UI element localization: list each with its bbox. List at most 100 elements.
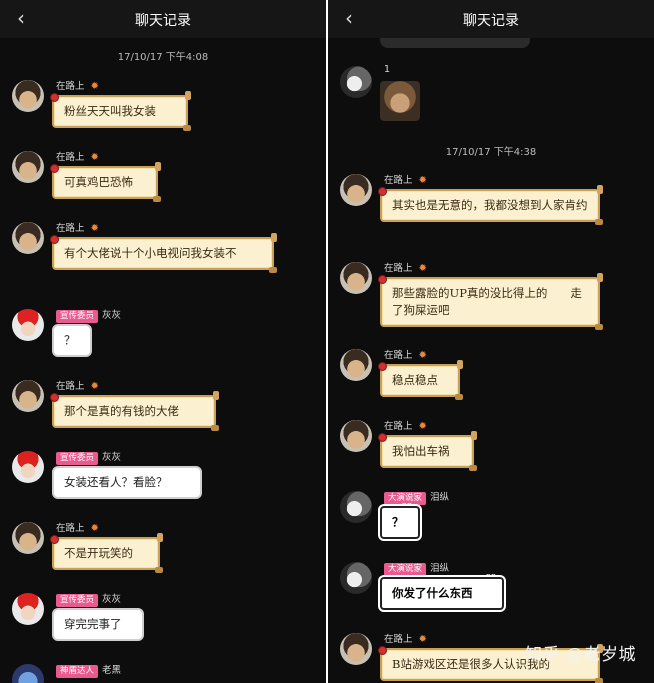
timestamp: 17/10/17 下午4:38 (445, 147, 537, 158)
avatar[interactable] (340, 491, 372, 523)
sender-name: 在路上 (56, 381, 85, 392)
right-chat-panel: ‹ 聊天记录 1 17/10/17 下午4:38 在路上 ✹ 其实也是无意的，我都… (328, 0, 654, 683)
message-text: 那个是真的有钱的大佬 (64, 404, 179, 418)
message-text: 有个大佬说十个小电视问我女装不 (64, 246, 237, 260)
title-badge: 宣传委员 (56, 594, 99, 607)
sender-line: 宣传委员 灰灰 (56, 449, 122, 465)
sun-icon: ✹ (90, 81, 99, 92)
timestamp: 17/10/17 下午4:08 (117, 52, 209, 63)
sender-name: 在路上 (56, 81, 85, 92)
message-text: 你发了什么东西 (392, 586, 473, 600)
sender-line: 大演说家 泪纵 (384, 560, 450, 576)
sun-icon: ✹ (90, 223, 99, 234)
avatar[interactable] (12, 151, 44, 183)
sender-line: 宣传委员 灰灰 (56, 307, 122, 323)
sender-line: 在路上 ✹ (384, 260, 427, 274)
avatar[interactable] (340, 262, 372, 294)
message-bubble[interactable]: 穿完完事了 (52, 608, 144, 641)
sender-name: 在路上 (384, 175, 413, 186)
sun-icon: ✹ (418, 175, 427, 186)
avatar[interactable] (12, 380, 44, 412)
sender-name: 在路上 (384, 263, 413, 274)
cat-ear-icon: ᵔᵔ (485, 571, 496, 584)
sender-line: 在路上 ✹ (384, 418, 427, 432)
message-bubble[interactable]: 稳点稳点 (378, 360, 463, 400)
message-bubble[interactable]: 可真鸡巴恐怖 (50, 162, 161, 202)
title-badge: 大演说家 (384, 563, 427, 576)
cat-ear-icon: ᵔᵔ (401, 500, 412, 513)
avatar[interactable] (340, 420, 372, 452)
avatar[interactable] (340, 349, 372, 381)
sender-name: 灰灰 (102, 310, 122, 321)
sender-line: 在路上 ✹ (56, 220, 99, 234)
avatar[interactable] (340, 174, 372, 206)
avatar[interactable] (340, 633, 372, 665)
sender-line: 在路上 ✹ (56, 78, 99, 92)
sender-name: 在路上 (384, 350, 413, 361)
avatar[interactable] (12, 451, 44, 483)
title-badge: 神盾达人 (56, 665, 99, 678)
previous-bubble-edge (380, 38, 530, 48)
message-text: ？ (392, 515, 404, 529)
sun-icon: ✹ (90, 381, 99, 392)
sun-icon: ✹ (418, 263, 427, 274)
message-bubble[interactable]: 我怕出车祸 (378, 431, 477, 471)
message-bubble[interactable]: 有个大佬说十个小电视问我女装不 (50, 233, 277, 273)
left-chat-panel: ‹ 聊天记录 17/10/17 下午4:08 在路上 ✹ 粉丝天天叫我女装 在路上… (0, 0, 326, 683)
left-header: ‹ 聊天记录 (0, 0, 326, 38)
message-text: 我怕出车祸 (392, 444, 450, 458)
message-bubble[interactable]: 不是开玩笑的 (50, 533, 163, 573)
sender-line: 在路上 ✹ (384, 631, 427, 645)
message-bubble[interactable]: ᵔᵔ ？ (380, 500, 420, 539)
sender-name: 泪纵 (430, 492, 450, 503)
image-message[interactable] (380, 81, 420, 121)
avatar[interactable] (340, 562, 372, 594)
sender-line: 在路上 ✹ (56, 149, 99, 163)
page-title: 聊天记录 (135, 13, 191, 29)
sender-line: 1 (384, 64, 390, 78)
message-text: 其实也是无意的，我都没想到人家肯约 (392, 198, 588, 212)
title-badge: 宣传委员 (56, 452, 99, 465)
message-bubble[interactable]: 那个是真的有钱的大佬 (50, 391, 219, 431)
sun-icon: ✹ (90, 152, 99, 163)
message-text: 穿完完事了 (64, 617, 122, 631)
sun-icon: ✹ (418, 634, 427, 645)
sender-line: 神盾达人 老黑 (56, 662, 122, 678)
message-text: 不是开玩笑的 (64, 546, 133, 560)
sender-name: 在路上 (384, 634, 413, 645)
page-title: 聊天记录 (463, 13, 519, 29)
avatar[interactable] (12, 664, 44, 683)
message-bubble[interactable]: 那些露脸的UP真的没比得上的 走了狗屎运吧 (378, 273, 603, 330)
message-text: ？ (64, 333, 76, 347)
sun-icon: ✹ (90, 523, 99, 534)
message-text: 女装还看人？看脸？ (64, 475, 168, 489)
sender-line: 在路上 ✹ (56, 378, 99, 392)
message-bubble[interactable]: ᵔᵔ 你发了什么东西 (380, 571, 504, 610)
message-text: 可真鸡巴恐怖 (64, 175, 133, 189)
avatar[interactable] (12, 80, 44, 112)
avatar[interactable] (12, 593, 44, 625)
sender-line: 在路上 ✹ (384, 172, 427, 186)
avatar[interactable] (12, 222, 44, 254)
sender-line: 大演说家 泪纵 (384, 489, 450, 505)
sender-name: 在路上 (384, 421, 413, 432)
avatar[interactable] (12, 309, 44, 341)
sun-icon: ✹ (418, 421, 427, 432)
sender-name: 1 (384, 64, 391, 75)
sender-name: 泪纵 (430, 563, 450, 574)
message-bubble[interactable]: ？ (52, 324, 92, 357)
right-header: ‹ 聊天记录 (328, 0, 654, 38)
message-text: 稳点稳点 (392, 373, 438, 387)
sender-name: 灰灰 (102, 452, 122, 463)
avatar[interactable] (340, 66, 372, 98)
sender-name: 老黑 (102, 665, 122, 676)
message-bubble[interactable]: 其实也是无意的，我都没想到人家肯约 (378, 185, 603, 225)
avatar[interactable] (12, 522, 44, 554)
message-bubble[interactable]: 女装还看人？看脸？ (52, 466, 202, 499)
message-text: 粉丝天天叫我女装 (64, 104, 156, 118)
sun-icon: ✹ (418, 350, 427, 361)
sender-line: 在路上 ✹ (56, 520, 99, 534)
sender-line: 宣传委员 灰灰 (56, 591, 121, 607)
sender-line: 在路上 ✹ (384, 347, 427, 361)
message-bubble[interactable]: 粉丝天天叫我女装 (50, 91, 191, 131)
